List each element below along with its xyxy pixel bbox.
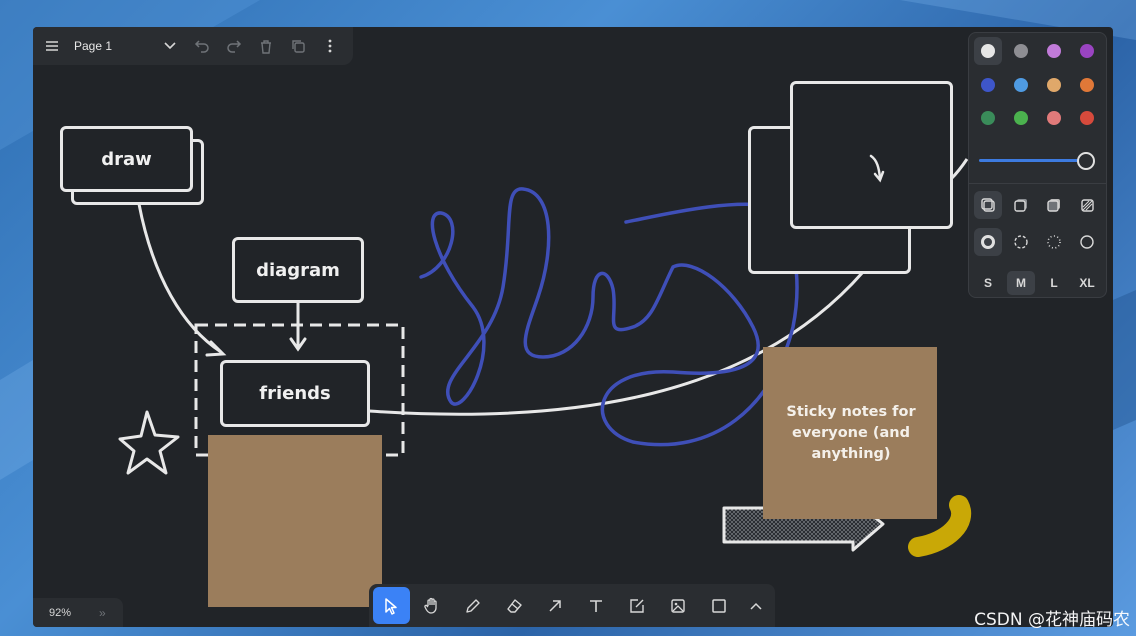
draw-shape[interactable]: draw [60,126,193,192]
fill-solid-icon[interactable] [1040,191,1068,219]
menu-icon[interactable] [36,30,68,62]
image-icon[interactable] [659,587,696,624]
size-l[interactable]: L [1040,271,1068,295]
whiteboard-canvas[interactable]: draw diagram friends Sticky notes for ev… [33,27,1113,627]
color-swatch[interactable] [981,44,995,58]
chevron-down-icon[interactable] [154,30,186,62]
dash-draw-icon[interactable] [974,228,1002,256]
sticky-note-label: Sticky notes for everyone (and anything) [786,404,916,462]
arrow-draw-to-friends[interactable] [137,203,222,354]
undo-icon[interactable] [186,30,218,62]
size-xl[interactable]: XL [1073,271,1101,295]
fill-semi-icon[interactable] [1007,191,1035,219]
hand-icon[interactable] [414,587,451,624]
bottom-toolbar [369,584,775,627]
small-arrow-icon [869,154,885,183]
blue-scribble[interactable] [419,187,799,447]
trash-icon[interactable] [250,30,282,62]
fill-pattern-icon[interactable] [1073,191,1101,219]
color-swatch[interactable] [1080,78,1094,92]
color-swatch[interactable] [1014,44,1028,58]
expand-icon[interactable]: » [99,606,106,620]
friends-label: friends [259,383,331,404]
sticky-note-text[interactable]: Sticky notes for everyone (and anything) [763,347,937,519]
sticky-note-empty[interactable] [208,435,382,607]
pencil-icon[interactable] [455,587,492,624]
color-swatch[interactable] [1047,78,1061,92]
star-shape[interactable] [118,410,180,475]
eraser-icon[interactable] [496,587,533,624]
redo-icon[interactable] [218,30,250,62]
friends-shape[interactable]: friends [220,360,370,427]
diagram-shape[interactable]: diagram [232,237,364,303]
draw-label: draw [101,149,152,170]
size-m[interactable]: M [1007,271,1035,295]
color-swatch[interactable] [1080,44,1094,58]
card-front-shape[interactable] [790,81,953,229]
watermark: CSDN @花神庙码农 [974,610,1130,630]
curve-card-to-panel [949,158,969,181]
color-swatch[interactable] [1047,44,1061,58]
color-swatch[interactable] [1014,78,1028,92]
page-name[interactable]: Page 1 [68,39,154,53]
text-icon[interactable] [577,587,614,624]
color-swatch[interactable] [981,78,995,92]
color-swatch[interactable] [981,111,995,125]
note-icon[interactable] [618,587,655,624]
panel-divider [969,183,1106,184]
chevron-up-icon[interactable] [741,587,771,624]
size-s[interactable]: S [974,271,1002,295]
zoom-control[interactable]: 92% » [33,598,123,627]
arrow-icon[interactable] [537,587,574,624]
rectangle-icon[interactable] [700,587,737,624]
dash-solid-icon[interactable] [1073,228,1101,256]
color-swatch[interactable] [1047,111,1061,125]
color-swatch[interactable] [1014,111,1028,125]
diagram-label: diagram [256,260,340,281]
opacity-slider-track[interactable] [979,159,1085,162]
more-icon[interactable] [314,30,346,62]
top-menu-bar: Page 1 [33,27,353,65]
fill-none-icon[interactable] [974,191,1002,219]
select-icon[interactable] [373,587,410,624]
color-swatch[interactable] [1080,111,1094,125]
dash-dotted-icon[interactable] [1040,228,1068,256]
opacity-slider-knob[interactable] [1077,152,1095,170]
duplicate-icon[interactable] [282,30,314,62]
style-panel: S M L XL [968,32,1107,298]
dash-dashed-icon[interactable] [1007,228,1035,256]
zoom-value[interactable]: 92% [33,607,99,619]
